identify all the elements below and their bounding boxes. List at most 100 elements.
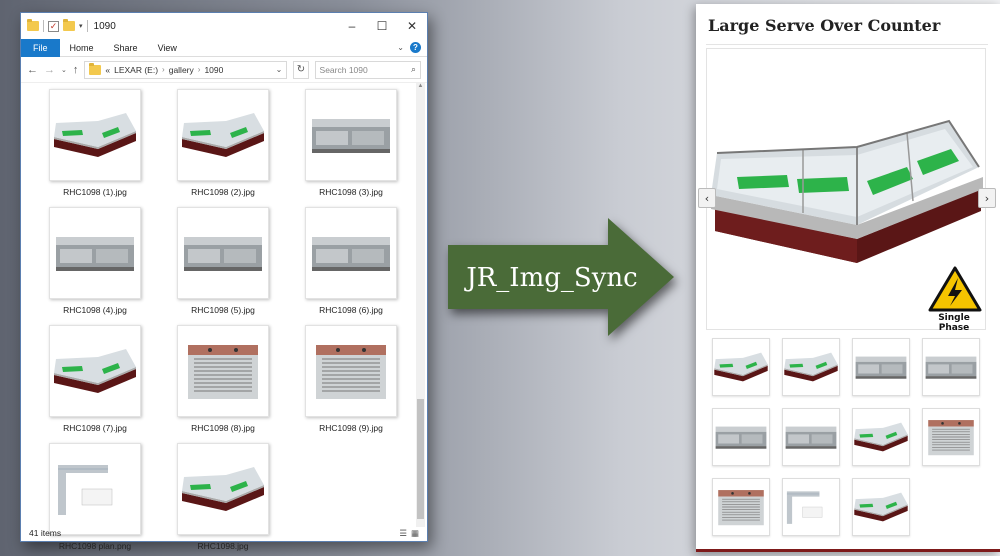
file-thumbnail[interactable] — [177, 89, 269, 181]
details-view-icon[interactable]: ☰ — [399, 528, 407, 539]
expand-ribbon-icon[interactable]: ⌄ — [397, 43, 404, 52]
breadcrumb-overflow[interactable]: « — [105, 65, 110, 75]
window-title: 1090 — [93, 20, 116, 32]
minimize-icon[interactable]: – — [337, 13, 367, 39]
gallery-thumbnail[interactable] — [922, 338, 980, 396]
new-folder-icon[interactable] — [63, 19, 75, 31]
file-name: RHC1098.jpg — [197, 541, 249, 551]
breadcrumb-current[interactable]: 1090 — [204, 65, 223, 75]
chevron-down-icon[interactable]: ▾ — [79, 22, 83, 30]
refresh-icon[interactable]: ↻ — [293, 60, 309, 79]
file-item[interactable]: RHC1098 (6).jpg — [287, 207, 415, 315]
address-bar[interactable]: « LEXAR (E:) › gallery › 1090 ⌄ — [84, 60, 288, 79]
counter-image — [714, 352, 768, 382]
plan-image — [58, 465, 113, 515]
breadcrumb-drive[interactable]: LEXAR (E:) — [114, 65, 158, 75]
grille-image — [718, 490, 764, 526]
gallery-thumbnail[interactable] — [782, 408, 840, 466]
file-name: RHC1098 (8).jpg — [191, 423, 255, 433]
close-icon[interactable]: ✕ — [397, 13, 427, 39]
grille-image — [928, 420, 974, 456]
divider — [706, 44, 988, 45]
file-thumbnail[interactable] — [177, 207, 269, 299]
file-thumbnail[interactable] — [49, 207, 141, 299]
counter-image — [854, 422, 908, 452]
gallery-thumbnail[interactable] — [922, 408, 980, 466]
file-list: RHC1098 (1).jpg RHC1098 (2).jpg RHC1098 (3… — [21, 83, 427, 551]
gallery-thumbnail[interactable] — [852, 408, 910, 466]
box-image — [312, 119, 390, 153]
file-thumbnail[interactable] — [49, 89, 141, 181]
file-thumbnail[interactable] — [177, 443, 269, 535]
chevron-down-icon[interactable]: ⌄ — [276, 65, 283, 74]
gallery-thumbnail[interactable] — [852, 478, 910, 536]
quick-access-toolbar: ✓ ▾ — [27, 19, 88, 32]
chevron-right-icon[interactable]: › — [162, 65, 165, 74]
file-item[interactable]: RHC1098 (2).jpg — [159, 89, 287, 197]
gallery-thumbnail[interactable] — [782, 338, 840, 396]
gallery-thumbnail[interactable] — [782, 478, 840, 536]
window-controls: – ☐ ✕ — [337, 13, 427, 39]
gallery-thumbnail[interactable] — [712, 478, 770, 536]
forward-icon[interactable]: → — [44, 64, 55, 76]
counter-image — [54, 349, 136, 393]
folder-icon — [27, 19, 39, 31]
chevron-right-icon[interactable]: › — [198, 65, 201, 74]
breadcrumb-gallery[interactable]: gallery — [169, 65, 194, 75]
product-page: Large Serve Over Counter ‹ › Single Phas… — [696, 4, 1000, 552]
tab-file[interactable]: File — [21, 38, 60, 57]
tab-share[interactable]: Share — [104, 43, 148, 53]
file-thumbnail[interactable] — [177, 325, 269, 417]
file-name: RHC1098 (3).jpg — [319, 187, 383, 197]
search-input[interactable]: Search 1090 ⌕ — [314, 60, 421, 79]
file-name: RHC1098 (1).jpg — [63, 187, 127, 197]
search-icon: ⌕ — [410, 64, 416, 74]
scrollbar-thumb[interactable] — [417, 399, 424, 519]
counter-image — [182, 113, 264, 157]
file-item[interactable]: RHC1098 (4).jpg — [31, 207, 159, 315]
navigation-bar: ← → ⌄ ↑ « LEXAR (E:) › gallery › 1090 ⌄ … — [21, 57, 427, 83]
folder-icon — [89, 62, 102, 75]
vertical-scrollbar[interactable]: ▲ — [416, 83, 425, 527]
counter-image — [54, 113, 136, 157]
gallery-thumbnail[interactable] — [852, 338, 910, 396]
recent-locations-icon[interactable]: ⌄ — [61, 66, 67, 74]
file-name: RHC1098 (9).jpg — [319, 423, 383, 433]
counter-image — [854, 492, 908, 522]
large-icons-view-icon[interactable]: ▦ — [411, 528, 419, 539]
page-title: Large Serve Over Counter — [708, 16, 941, 35]
maximize-icon[interactable]: ☐ — [367, 13, 397, 39]
help-icon[interactable]: ? — [410, 42, 421, 53]
up-icon[interactable]: ↑ — [73, 64, 79, 76]
file-thumbnail[interactable] — [49, 325, 141, 417]
file-name: RHC1098 (5).jpg — [191, 305, 255, 315]
file-thumbnail[interactable] — [49, 443, 141, 535]
file-item[interactable]: RHC1098 (5).jpg — [159, 207, 287, 315]
file-item[interactable]: RHC1098 (3).jpg — [287, 89, 415, 197]
file-item[interactable]: RHC1098 (1).jpg — [31, 89, 159, 197]
properties-icon[interactable]: ✓ — [48, 20, 59, 32]
plan-image — [786, 491, 823, 524]
file-item[interactable]: RHC1098 (8).jpg — [159, 325, 287, 433]
tab-view[interactable]: View — [148, 43, 187, 53]
gallery-thumbnail[interactable] — [712, 408, 770, 466]
search-placeholder: Search 1090 — [319, 64, 368, 75]
next-image-button[interactable]: › — [978, 188, 996, 208]
box-image — [715, 426, 767, 449]
file-name: RHC1098 (6).jpg — [319, 305, 383, 315]
scroll-up-icon[interactable]: ▲ — [416, 83, 425, 93]
file-thumbnail[interactable] — [305, 207, 397, 299]
gallery-thumbnail[interactable] — [712, 338, 770, 396]
file-explorer-window: ✓ ▾ 1090 – ☐ ✕ File Home Share View ⌄ ? … — [20, 12, 428, 551]
file-item[interactable]: RHC1098 (7).jpg — [31, 325, 159, 433]
file-thumbnail[interactable] — [305, 89, 397, 181]
previous-image-button[interactable]: ‹ — [698, 188, 716, 208]
tab-home[interactable]: Home — [60, 43, 104, 53]
file-item[interactable]: RHC1098 (9).jpg — [287, 325, 415, 433]
arrow-label: JR_Img_Sync — [466, 263, 638, 293]
back-icon[interactable]: ← — [27, 64, 38, 76]
file-thumbnail[interactable] — [305, 325, 397, 417]
box-image — [855, 356, 907, 379]
ribbon-tabs: File Home Share View ⌄ ? — [21, 38, 427, 57]
counter-image — [784, 352, 838, 382]
